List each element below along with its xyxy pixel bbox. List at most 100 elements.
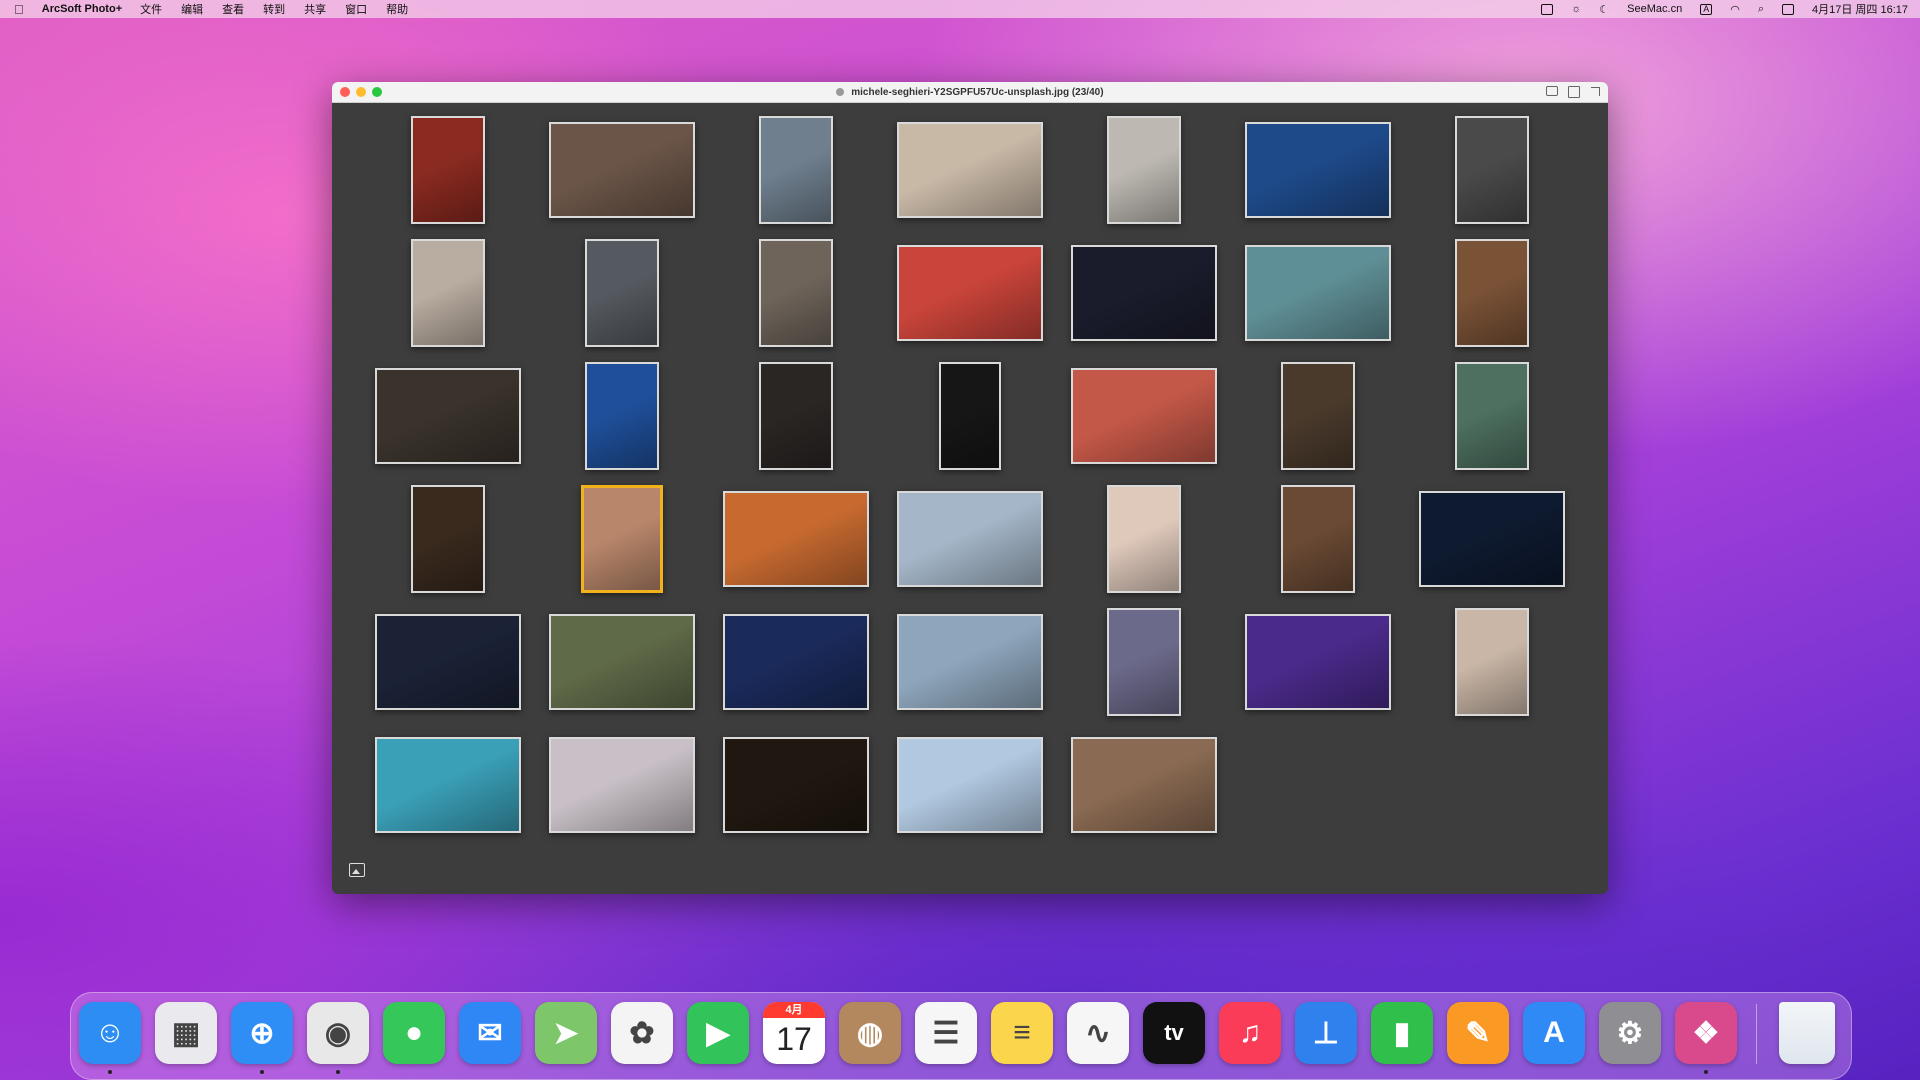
thumbnail[interactable] xyxy=(897,614,1043,710)
seemac-label[interactable]: SeeMac.cn xyxy=(1627,3,1682,15)
dock-separator xyxy=(1756,1004,1757,1064)
thumbnail[interactable] xyxy=(1419,491,1565,587)
thumbnail[interactable] xyxy=(375,614,521,710)
thumbnail[interactable] xyxy=(411,485,485,593)
maps-icon[interactable]: ➤ xyxy=(535,1002,597,1064)
contacts-icon[interactable]: ◍ xyxy=(839,1002,901,1064)
notes-icon[interactable]: ≡ xyxy=(991,1002,1053,1064)
menu-app-name[interactable]: ArcSoft Photo+ xyxy=(42,3,122,15)
thumbnail[interactable] xyxy=(585,362,659,470)
thumbnail[interactable] xyxy=(759,362,833,470)
screen-record-icon[interactable] xyxy=(1541,3,1554,15)
arcsoft-photo-icon[interactable]: ❖ xyxy=(1675,1002,1737,1064)
thumbnail[interactable] xyxy=(1281,362,1355,470)
menu-help[interactable]: 帮助 xyxy=(386,1,408,17)
thumbnail[interactable] xyxy=(723,614,869,710)
thumbnail[interactable] xyxy=(723,491,869,587)
pages-icon[interactable]: ✎ xyxy=(1447,1002,1509,1064)
thumbnail[interactable] xyxy=(585,239,659,347)
thumbnail[interactable] xyxy=(1455,362,1529,470)
photos-icon[interactable]: ✿ xyxy=(611,1002,673,1064)
thumbnail-selected[interactable] xyxy=(581,485,663,593)
apple-menu-icon[interactable]:  xyxy=(14,2,24,17)
thumbnail[interactable] xyxy=(939,362,1001,470)
thumbnail[interactable] xyxy=(897,737,1043,833)
thumbnail[interactable] xyxy=(897,245,1043,341)
thumbnail[interactable] xyxy=(897,491,1043,587)
thumbnail[interactable] xyxy=(411,239,485,347)
dock-glyph: ❖ xyxy=(1692,1016,1720,1050)
thumbnail[interactable] xyxy=(1455,608,1529,716)
thumbnail[interactable] xyxy=(723,737,869,833)
messages-icon[interactable]: ● xyxy=(383,1002,445,1064)
menubar-clock[interactable]: 4月17日 周四 16:17 xyxy=(1812,1,1908,17)
music-icon[interactable]: ♫ xyxy=(1219,1002,1281,1064)
thumbnail[interactable] xyxy=(549,614,695,710)
dock-running-indicator xyxy=(108,1070,112,1074)
mail-icon[interactable]: ✉ xyxy=(459,1002,521,1064)
minimize-window-button[interactable] xyxy=(356,87,366,97)
control-center-icon[interactable] xyxy=(1782,3,1794,15)
reminders-icon[interactable]: ☰ xyxy=(915,1002,977,1064)
brightness-icon[interactable]: ☼ xyxy=(1571,3,1581,15)
wifi-icon[interactable]: ◠ xyxy=(1730,3,1740,16)
dock-glyph: ⊥ xyxy=(1312,1016,1340,1050)
thumbnail[interactable] xyxy=(1245,122,1391,218)
input-source-icon[interactable]: A xyxy=(1700,3,1713,15)
thumbnail[interactable] xyxy=(375,368,521,464)
thumbnail[interactable] xyxy=(1071,737,1217,833)
facetime-icon[interactable]: ▶ xyxy=(687,1002,749,1064)
thumbnail[interactable] xyxy=(1107,608,1181,716)
menu-file[interactable]: 文件 xyxy=(140,1,162,17)
chrome-icon[interactable]: ◉ xyxy=(307,1002,369,1064)
fullscreen-icon[interactable] xyxy=(1590,86,1600,96)
thumbnail[interactable] xyxy=(375,737,521,833)
file-proxy-icon xyxy=(836,87,845,96)
thumbnail[interactable] xyxy=(759,239,833,347)
menu-bar:  ArcSoft Photo+ 文件 编辑 查看 转到 共享 窗口 帮助 ☼ … xyxy=(0,0,1920,18)
focus-moon-icon[interactable]: ☾ xyxy=(1599,3,1609,16)
thumbnail[interactable] xyxy=(759,116,833,224)
thumbnail[interactable] xyxy=(549,737,695,833)
keynote-icon[interactable]: ⊥ xyxy=(1295,1002,1357,1064)
thumbnail[interactable] xyxy=(1245,245,1391,341)
menu-edit[interactable]: 编辑 xyxy=(181,1,203,17)
thumbnail[interactable] xyxy=(1071,245,1217,341)
menu-view[interactable]: 查看 xyxy=(222,1,244,17)
thumbnail[interactable] xyxy=(411,116,485,224)
appletv-icon[interactable]: tv xyxy=(1143,1002,1205,1064)
close-window-button[interactable] xyxy=(340,87,350,97)
dock-glyph: ➤ xyxy=(553,1016,579,1050)
trash-icon[interactable] xyxy=(1779,1002,1835,1064)
single-view-icon[interactable] xyxy=(1568,86,1580,98)
photo-viewer-window: michele-seghieri-Y2SGPFU57Uc-unsplash.jp… xyxy=(332,82,1608,894)
safari-icon[interactable]: ⊕ xyxy=(231,1002,293,1064)
thumbnail[interactable] xyxy=(1455,239,1529,347)
thumbnail[interactable] xyxy=(1071,368,1217,464)
dock-glyph: ● xyxy=(404,1016,424,1049)
thumbnail[interactable] xyxy=(549,122,695,218)
zoom-window-button[interactable] xyxy=(372,87,382,97)
menu-share[interactable]: 共享 xyxy=(304,1,326,17)
thumbnail[interactable] xyxy=(897,122,1043,218)
thumbnail[interactable] xyxy=(1107,116,1181,224)
menu-window[interactable]: 窗口 xyxy=(345,1,367,17)
thumbnail[interactable] xyxy=(1455,116,1529,224)
thumbnail-grid xyxy=(332,103,1608,894)
system-settings-icon[interactable]: ⚙ xyxy=(1599,1002,1661,1064)
menu-go[interactable]: 转到 xyxy=(263,1,285,17)
info-comment-icon[interactable] xyxy=(1546,86,1558,96)
calendar-icon[interactable]: 4月 17 xyxy=(763,1002,825,1064)
finder-icon[interactable]: ☺ xyxy=(79,1002,141,1064)
freeform-icon[interactable]: ∿ xyxy=(1067,1002,1129,1064)
thumbnail[interactable] xyxy=(1245,614,1391,710)
spotlight-search-icon[interactable]: ⌕ xyxy=(1758,3,1764,16)
launchpad-icon[interactable]: ▦ xyxy=(155,1002,217,1064)
thumbnail[interactable] xyxy=(1281,485,1355,593)
image-view-toggle-icon[interactable] xyxy=(349,863,365,877)
thumbnail[interactable] xyxy=(1107,485,1181,593)
numbers-icon[interactable]: ▮ xyxy=(1371,1002,1433,1064)
dock-glyph: ▶ xyxy=(706,1016,730,1050)
window-titlebar[interactable]: michele-seghieri-Y2SGPFU57Uc-unsplash.jp… xyxy=(332,82,1608,103)
appstore-icon[interactable]: A xyxy=(1523,1002,1585,1064)
